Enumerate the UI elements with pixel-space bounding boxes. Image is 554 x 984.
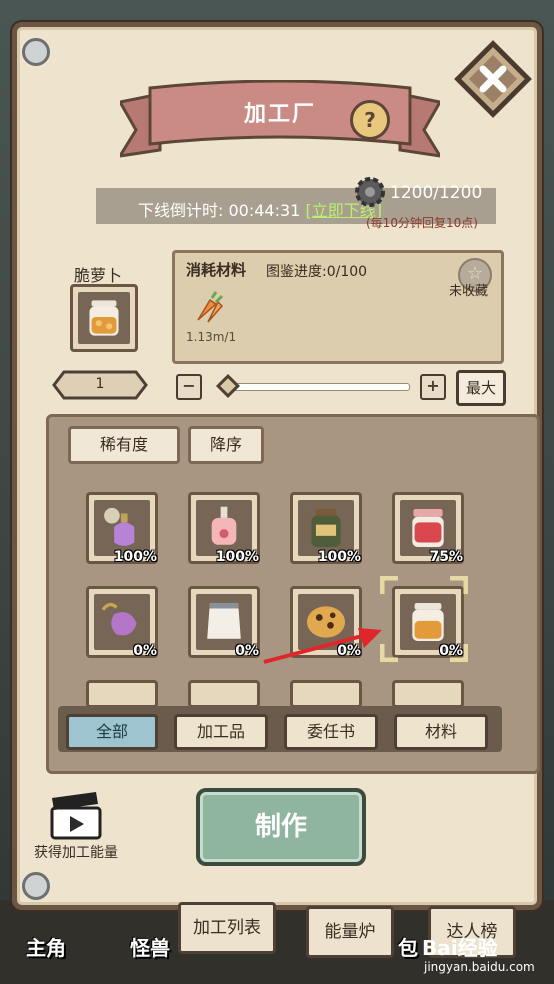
favorite-label: 未收藏 — [449, 284, 489, 299]
close-button[interactable] — [454, 40, 532, 118]
watermark-brand: Bai经验 — [422, 936, 498, 960]
collection-percent: 0% — [133, 643, 157, 659]
selected-item-slot — [70, 284, 138, 352]
nav-monster[interactable]: 怪兽 — [130, 932, 170, 961]
sort-rarity-button[interactable]: 稀有度 — [68, 426, 180, 464]
offline-timer: 下线倒计时: 00:44:31 [立即下线] — [138, 197, 382, 221]
flour-sack-icon — [207, 602, 241, 639]
tab-energy-furnace[interactable]: 能量炉 — [306, 906, 394, 958]
collection-percent: 75% — [429, 549, 463, 565]
recipe-slot[interactable]: 100% — [188, 492, 260, 565]
recipe-slot[interactable]: 0% — [86, 586, 158, 659]
purple-pouch-icon — [101, 602, 137, 636]
collection-percent: 100% — [215, 549, 259, 565]
recipe-slot[interactable]: 100% — [290, 492, 362, 565]
max-button[interactable]: 最大 — [456, 370, 506, 406]
arrow-annotation-icon — [263, 628, 382, 664]
recipe-slot[interactable] — [188, 680, 260, 708]
filter-commission-tab[interactable]: 委任书 — [284, 714, 378, 750]
energy-value: 1200/1200 — [390, 183, 483, 203]
recipe-slot[interactable]: 100% — [86, 492, 158, 565]
filter-all-tab[interactable]: 全部 — [66, 714, 158, 750]
gear-icon — [352, 174, 388, 210]
recipe-slot[interactable]: 75% — [392, 492, 464, 565]
pin-top-left — [22, 38, 50, 66]
timer-label: 下线倒计时: — [138, 201, 224, 220]
slider-thumb[interactable] — [215, 373, 241, 399]
collection-percent: 0% — [235, 643, 259, 659]
pink-bottle-icon — [211, 506, 237, 545]
help-button[interactable]: ? — [350, 100, 390, 140]
filter-processed-tab[interactable]: 加工品 — [174, 714, 268, 750]
recipe-slot[interactable] — [290, 680, 362, 708]
increase-button[interactable]: + — [420, 374, 446, 400]
honey-jar-icon — [89, 300, 119, 336]
tab-process-list[interactable]: 加工列表 — [178, 902, 276, 954]
pin-bottom-left — [22, 872, 50, 900]
make-button-label: 制作 — [254, 812, 307, 842]
collection-progress: 图鉴进度:0/100 — [266, 264, 368, 280]
item-name: 脆萝卜 — [74, 266, 123, 285]
video-clapper-icon[interactable] — [48, 790, 104, 842]
energy-regen-note: (每10分钟回复10点) — [366, 216, 478, 230]
close-icon — [454, 40, 532, 118]
materials-title: 消耗材料 — [186, 261, 247, 279]
consumption-rate: 1.13m/1 — [186, 330, 237, 344]
quantity-slider-track[interactable] — [230, 383, 410, 391]
recipe-slot[interactable] — [86, 680, 158, 708]
watermark-url: jingyan.baidu.com — [424, 960, 535, 974]
recipe-slot[interactable] — [392, 680, 464, 708]
collection-percent: 100% — [317, 549, 361, 565]
jar-icon — [311, 508, 341, 548]
strawberry-jar-icon — [412, 508, 444, 548]
nav-hero[interactable]: 主角 — [26, 932, 66, 961]
recipe-slot[interactable]: 0% — [188, 586, 260, 659]
perfume-bottle-icon — [104, 507, 135, 546]
carrot-icon — [190, 290, 226, 326]
sort-order-button[interactable]: 降序 — [188, 426, 264, 464]
nav-bag[interactable]: 包 — [398, 932, 418, 961]
decrease-button[interactable]: − — [176, 374, 202, 400]
collection-percent: 100% — [113, 549, 157, 565]
timer-value: 00:44:31 — [228, 201, 301, 220]
filter-materials-tab[interactable]: 材料 — [394, 714, 488, 750]
selection-frame-icon — [380, 576, 468, 662]
quantity-value: 1 — [95, 376, 105, 392]
page-title: 加工厂 — [243, 102, 316, 127]
get-energy-label[interactable]: 获得加工能量 — [34, 842, 118, 862]
